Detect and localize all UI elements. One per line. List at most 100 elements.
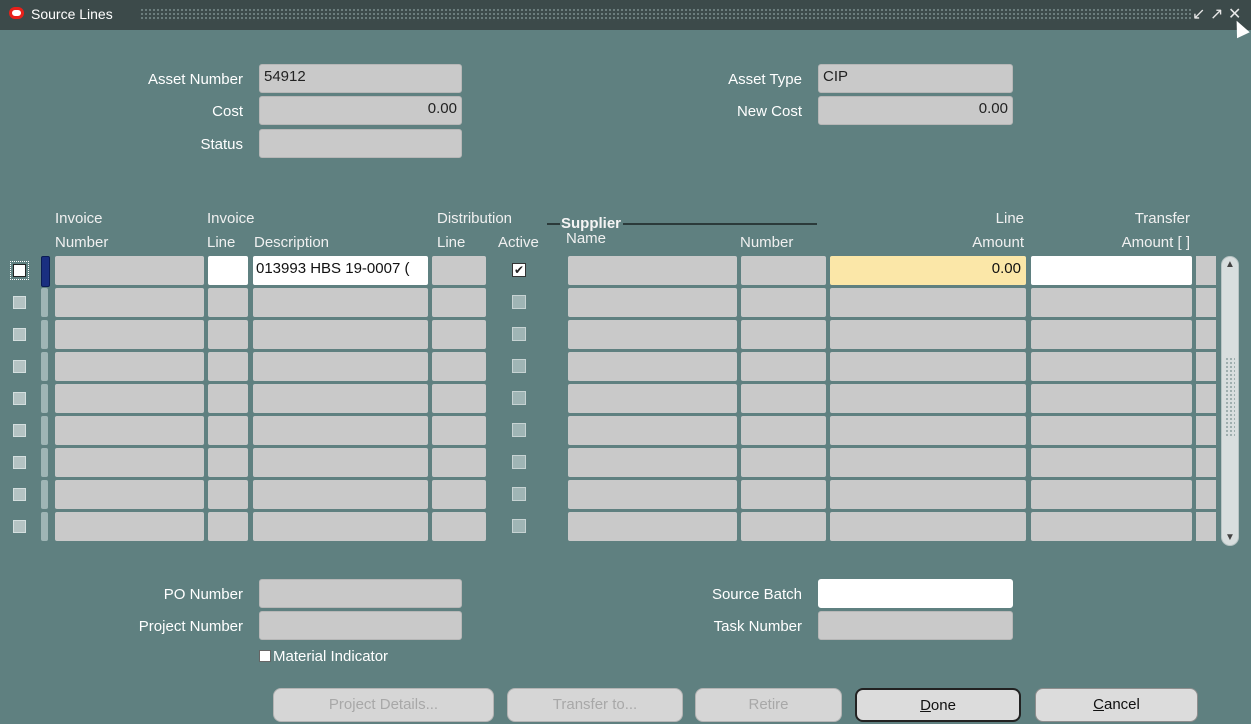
po-number-field[interactable]	[259, 579, 462, 608]
supplier-name-cell[interactable]	[568, 512, 737, 541]
line-amount-cell[interactable]	[830, 448, 1026, 477]
transfer-amount-cell[interactable]	[1031, 512, 1192, 541]
supplier-name-cell[interactable]	[568, 288, 737, 317]
supplier-name-cell[interactable]	[568, 448, 737, 477]
supplier-name-cell[interactable]	[568, 416, 737, 445]
row-select-checkbox[interactable]	[13, 360, 26, 373]
line-amount-cell[interactable]	[830, 480, 1026, 509]
row-select-checkbox[interactable]	[13, 424, 26, 437]
distribution-line-cell[interactable]	[432, 320, 486, 349]
row-select-checkbox[interactable]	[13, 520, 26, 533]
supplier-number-cell[interactable]	[741, 512, 826, 541]
row-indicator[interactable]	[41, 384, 48, 413]
transfer-amount-cell[interactable]	[1031, 480, 1192, 509]
row-select-checkbox[interactable]	[13, 392, 26, 405]
active-checkbox[interactable]	[512, 391, 526, 405]
invoice-number-cell[interactable]	[55, 416, 204, 445]
invoice-line-cell[interactable]	[208, 256, 248, 285]
invoice-number-cell[interactable]	[55, 512, 204, 541]
invoice-line-cell[interactable]	[208, 320, 248, 349]
active-checkbox[interactable]	[512, 295, 526, 309]
description-cell[interactable]	[253, 384, 428, 413]
invoice-number-cell[interactable]	[55, 352, 204, 381]
active-checkbox[interactable]	[512, 519, 526, 533]
supplier-number-cell[interactable]	[741, 256, 826, 285]
distribution-line-cell[interactable]	[432, 448, 486, 477]
description-cell[interactable]	[253, 416, 428, 445]
new-cost-field[interactable]: 0.00	[818, 96, 1013, 125]
invoice-line-cell[interactable]	[208, 288, 248, 317]
row-indicator[interactable]	[41, 512, 48, 541]
invoice-number-cell[interactable]	[55, 480, 204, 509]
distribution-line-cell[interactable]	[432, 480, 486, 509]
row-indicator[interactable]	[41, 448, 48, 477]
active-checkbox[interactable]	[512, 487, 526, 501]
row-select-checkbox[interactable]	[13, 296, 26, 309]
description-cell[interactable]	[253, 352, 428, 381]
row-indicator[interactable]	[41, 480, 48, 509]
line-amount-cell[interactable]	[830, 288, 1026, 317]
supplier-name-cell[interactable]	[568, 352, 737, 381]
row-indicator[interactable]	[41, 320, 48, 349]
cancel-button[interactable]: Cancel	[1035, 688, 1198, 722]
line-amount-cell[interactable]: 0.00	[830, 256, 1026, 285]
distribution-line-cell[interactable]	[432, 256, 486, 285]
transfer-amount-cell[interactable]	[1031, 288, 1192, 317]
invoice-line-cell[interactable]	[208, 448, 248, 477]
transfer-amount-cell[interactable]	[1031, 448, 1192, 477]
transfer-to-button[interactable]: Transfer to...	[507, 688, 683, 722]
row-select-checkbox[interactable]	[13, 456, 26, 469]
row-indicator[interactable]	[41, 288, 48, 317]
scroll-down-icon[interactable]: ▼	[1225, 532, 1235, 543]
description-cell[interactable]	[253, 320, 428, 349]
row-indicator[interactable]	[41, 416, 48, 445]
invoice-number-cell[interactable]	[55, 320, 204, 349]
supplier-number-cell[interactable]	[741, 480, 826, 509]
transfer-amount-cell[interactable]	[1031, 320, 1192, 349]
status-field[interactable]	[259, 129, 462, 158]
asset-type-field[interactable]: CIP	[818, 64, 1013, 93]
description-cell[interactable]	[253, 288, 428, 317]
supplier-number-cell[interactable]	[741, 320, 826, 349]
line-amount-cell[interactable]	[830, 320, 1026, 349]
scroll-up-icon[interactable]: ▲	[1225, 259, 1235, 270]
row-indicator[interactable]	[41, 256, 50, 287]
cost-field[interactable]: 0.00	[259, 96, 462, 125]
line-amount-cell[interactable]	[830, 352, 1026, 381]
maximize-icon[interactable]: ↗	[1210, 4, 1223, 24]
invoice-line-cell[interactable]	[208, 352, 248, 381]
distribution-line-cell[interactable]	[432, 416, 486, 445]
description-cell[interactable]	[253, 512, 428, 541]
row-select-checkbox[interactable]	[10, 261, 29, 280]
supplier-name-cell[interactable]	[568, 384, 737, 413]
invoice-line-cell[interactable]	[208, 416, 248, 445]
description-cell[interactable]: 013993 HBS 19-0007 (	[253, 256, 428, 285]
project-details-button[interactable]: Project Details...	[273, 688, 494, 722]
line-amount-cell[interactable]	[830, 384, 1026, 413]
row-select-checkbox[interactable]	[13, 328, 26, 341]
active-checkbox[interactable]: ✔	[512, 263, 526, 277]
distribution-line-cell[interactable]	[432, 384, 486, 413]
supplier-number-cell[interactable]	[741, 448, 826, 477]
supplier-name-cell[interactable]	[568, 320, 737, 349]
description-cell[interactable]	[253, 448, 428, 477]
done-button[interactable]: Done	[855, 688, 1021, 722]
active-checkbox[interactable]	[512, 359, 526, 373]
description-cell[interactable]	[253, 480, 428, 509]
supplier-name-cell[interactable]	[568, 256, 737, 285]
material-indicator-checkbox[interactable]	[259, 650, 271, 662]
distribution-line-cell[interactable]	[432, 352, 486, 381]
transfer-amount-cell[interactable]	[1031, 416, 1192, 445]
row-select-checkbox[interactable]	[13, 488, 26, 501]
asset-number-field[interactable]: 54912	[259, 64, 462, 93]
scroll-grip[interactable]	[1225, 357, 1235, 437]
supplier-number-cell[interactable]	[741, 288, 826, 317]
source-batch-field[interactable]	[818, 579, 1013, 608]
minimize-icon[interactable]: ↙	[1192, 4, 1205, 24]
line-amount-cell[interactable]	[830, 512, 1026, 541]
supplier-number-cell[interactable]	[741, 384, 826, 413]
active-checkbox[interactable]	[512, 455, 526, 469]
invoice-line-cell[interactable]	[208, 512, 248, 541]
invoice-number-cell[interactable]	[55, 288, 204, 317]
row-indicator[interactable]	[41, 352, 48, 381]
